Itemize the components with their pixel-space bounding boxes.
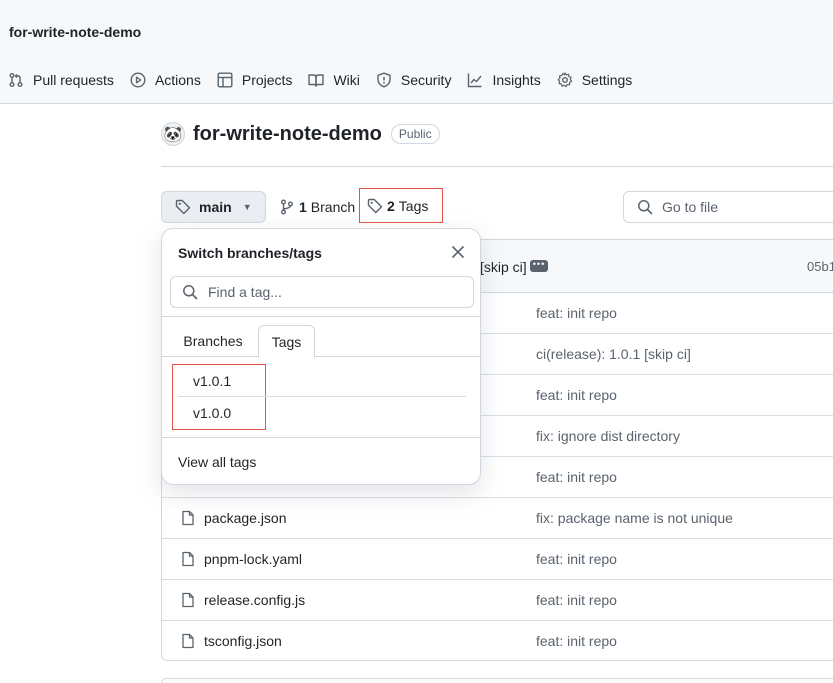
divider	[178, 396, 466, 397]
find-tag-placeholder: Find a tag...	[208, 284, 282, 300]
tab-tags[interactable]: Tags	[258, 325, 315, 358]
dropdown-title: Switch branches/tags	[178, 245, 322, 261]
search-icon	[183, 285, 198, 300]
divider	[162, 437, 480, 438]
repo-name[interactable]: for-write-note-demo	[193, 123, 382, 146]
gear-icon	[557, 72, 573, 88]
divider	[161, 166, 833, 167]
pull-request-icon	[8, 72, 24, 88]
nav-insights[interactable]: Insights	[459, 62, 548, 98]
latest-commit-message[interactable]: [skip ci]	[480, 259, 527, 275]
readme-box	[161, 678, 833, 683]
branch-icon	[281, 199, 293, 215]
file-name[interactable]: tsconfig.json	[204, 633, 282, 649]
file-name[interactable]: package.json	[204, 510, 287, 526]
play-icon	[130, 72, 146, 88]
go-to-file-placeholder: Go to file	[662, 199, 719, 215]
close-icon	[452, 246, 464, 258]
commit-message[interactable]: feat: init repo	[536, 387, 617, 403]
repo-nav: Pull requests Actions Projects Wiki Secu…	[0, 62, 640, 98]
search-icon	[638, 200, 653, 215]
ellipsis-icon[interactable]: •••	[530, 260, 548, 272]
tag-icon	[367, 198, 383, 213]
nav-security[interactable]: Security	[368, 62, 460, 98]
visibility-badge: Public	[390, 124, 440, 144]
branch-name: main	[199, 199, 232, 215]
file-icon	[180, 510, 196, 526]
caret-down-icon: ▼	[242, 202, 252, 212]
file-icon	[180, 551, 196, 567]
tags-link[interactable]: 2 Tags	[359, 188, 443, 223]
repo-title-row: 🐼 for-write-note-demo Public	[161, 122, 440, 146]
go-to-file-input[interactable]: Go to file	[623, 191, 833, 223]
branch-count-value: 1	[299, 199, 307, 215]
file-name[interactable]: pnpm-lock.yaml	[204, 551, 302, 567]
book-icon	[308, 72, 325, 88]
nav-settings[interactable]: Settings	[549, 62, 641, 98]
branch-selector-button[interactable]: main ▼	[161, 191, 266, 223]
nav-label: Actions	[154, 72, 201, 88]
commit-message[interactable]: feat: init repo	[536, 305, 617, 321]
commit-message[interactable]: feat: init repo	[536, 469, 617, 485]
tag-item[interactable]: v1.0.0	[193, 405, 231, 421]
file-row[interactable]: release.config.js feat: init repo	[162, 580, 833, 621]
commit-message[interactable]: fix: ignore dist directory	[536, 428, 680, 444]
nav-projects[interactable]: Projects	[209, 62, 301, 98]
branches-link[interactable]: 1 Branch	[280, 199, 355, 215]
view-all-tags-link[interactable]: View all tags	[178, 454, 256, 470]
nav-label: Settings	[581, 72, 633, 88]
close-button[interactable]	[448, 242, 468, 262]
nav-label: Security	[400, 72, 452, 88]
nav-actions[interactable]: Actions	[122, 62, 209, 98]
switch-branches-tags-dropdown: Switch branches/tags Find a tag... Branc…	[161, 228, 481, 485]
commit-message[interactable]: feat: init repo	[536, 592, 617, 608]
graph-icon	[467, 72, 483, 88]
tag-count-label: Tags	[398, 197, 429, 214]
table-icon	[217, 72, 233, 88]
tag-item[interactable]: v1.0.1	[193, 373, 231, 389]
branch-count-label: Branch	[310, 199, 356, 215]
dropdown-tabs: Branches Tags	[162, 325, 480, 358]
repo-breadcrumb[interactable]: for-write-note-demo	[9, 24, 141, 40]
tab-branches[interactable]: Branches	[172, 325, 254, 357]
commit-message[interactable]: feat: init repo	[536, 551, 617, 567]
commit-message[interactable]: ci(release): 1.0.1 [skip ci]	[536, 346, 691, 362]
nav-label: Projects	[241, 72, 293, 88]
find-tag-input[interactable]: Find a tag...	[170, 276, 474, 308]
file-icon	[180, 633, 196, 649]
nav-label: Wiki	[333, 72, 360, 88]
tag-count-value: 2	[387, 197, 395, 214]
nav-label: Pull requests	[33, 72, 114, 88]
commit-message[interactable]: fix: package name is not unique	[536, 510, 733, 526]
nav-pull-requests[interactable]: Pull requests	[0, 62, 122, 98]
file-row[interactable]: pnpm-lock.yaml feat: init repo	[162, 539, 833, 580]
file-row[interactable]: tsconfig.json feat: init repo	[162, 621, 833, 660]
nav-wiki[interactable]: Wiki	[300, 62, 367, 98]
commit-sha[interactable]: 05b1	[807, 259, 833, 274]
repo-header: for-write-note-demo Pull requests Action…	[0, 0, 833, 104]
file-icon	[180, 592, 196, 608]
file-name[interactable]: release.config.js	[204, 592, 305, 608]
file-row[interactable]: package.json fix: package name is not uni…	[162, 498, 833, 539]
panda-avatar[interactable]: 🐼	[161, 122, 185, 146]
commit-message[interactable]: feat: init repo	[536, 633, 617, 649]
nav-label: Insights	[492, 72, 541, 88]
shield-icon	[376, 72, 392, 88]
tag-icon	[175, 199, 191, 215]
divider	[162, 316, 480, 317]
